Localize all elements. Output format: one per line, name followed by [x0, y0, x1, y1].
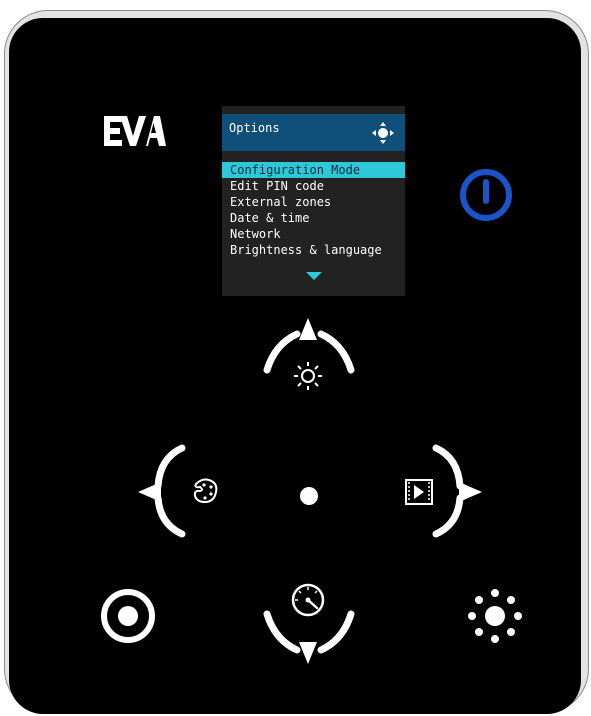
right-media-button[interactable]: [394, 436, 494, 546]
menu-item-network[interactable]: Network: [222, 226, 405, 242]
sparkle-dots-icon: [468, 589, 522, 643]
four-way-navigation-icon: [372, 122, 394, 144]
down-arrow-icon: [299, 642, 317, 664]
left-arrow-icon: [138, 482, 161, 502]
menu-item-configuration-mode[interactable]: Configuration Mode: [222, 162, 405, 178]
menu-item-external-zones[interactable]: External zones: [222, 194, 405, 210]
down-speed-button[interactable]: [259, 574, 359, 666]
right-arrow-icon: [459, 482, 482, 502]
bottom-left-button[interactable]: [97, 585, 159, 647]
up-brightness-button[interactable]: [259, 318, 359, 410]
control-panel: Options Configuration Mode Edit PIN code…: [9, 18, 581, 714]
speed-gauge-icon: [291, 583, 325, 617]
bottom-right-button[interactable]: [464, 585, 526, 647]
center-button[interactable]: [289, 476, 329, 516]
eva-logo: [104, 116, 166, 146]
menu-item-brightness-language[interactable]: Brightness & language: [222, 242, 405, 258]
menu-item-edit-pin-code[interactable]: Edit PIN code: [222, 178, 405, 194]
page: Options Configuration Mode Edit PIN code…: [0, 0, 591, 716]
target-ring-icon: [101, 589, 155, 643]
screen-title: Options: [229, 121, 280, 135]
menu-item-date-time[interactable]: Date & time: [222, 210, 405, 226]
display-screen: Options Configuration Mode Edit PIN code…: [222, 106, 405, 296]
media-play-icon: [405, 479, 433, 505]
options-menu: Configuration Mode Edit PIN code Externa…: [222, 162, 405, 258]
up-arrow-icon: [299, 318, 317, 340]
scroll-down-arrow-icon: [306, 272, 322, 280]
center-dot-icon: [300, 487, 318, 505]
color-palette-icon: [193, 478, 218, 504]
left-color-button[interactable]: [134, 436, 234, 546]
brightness-icon: [294, 362, 322, 390]
power-button[interactable]: [456, 165, 516, 225]
